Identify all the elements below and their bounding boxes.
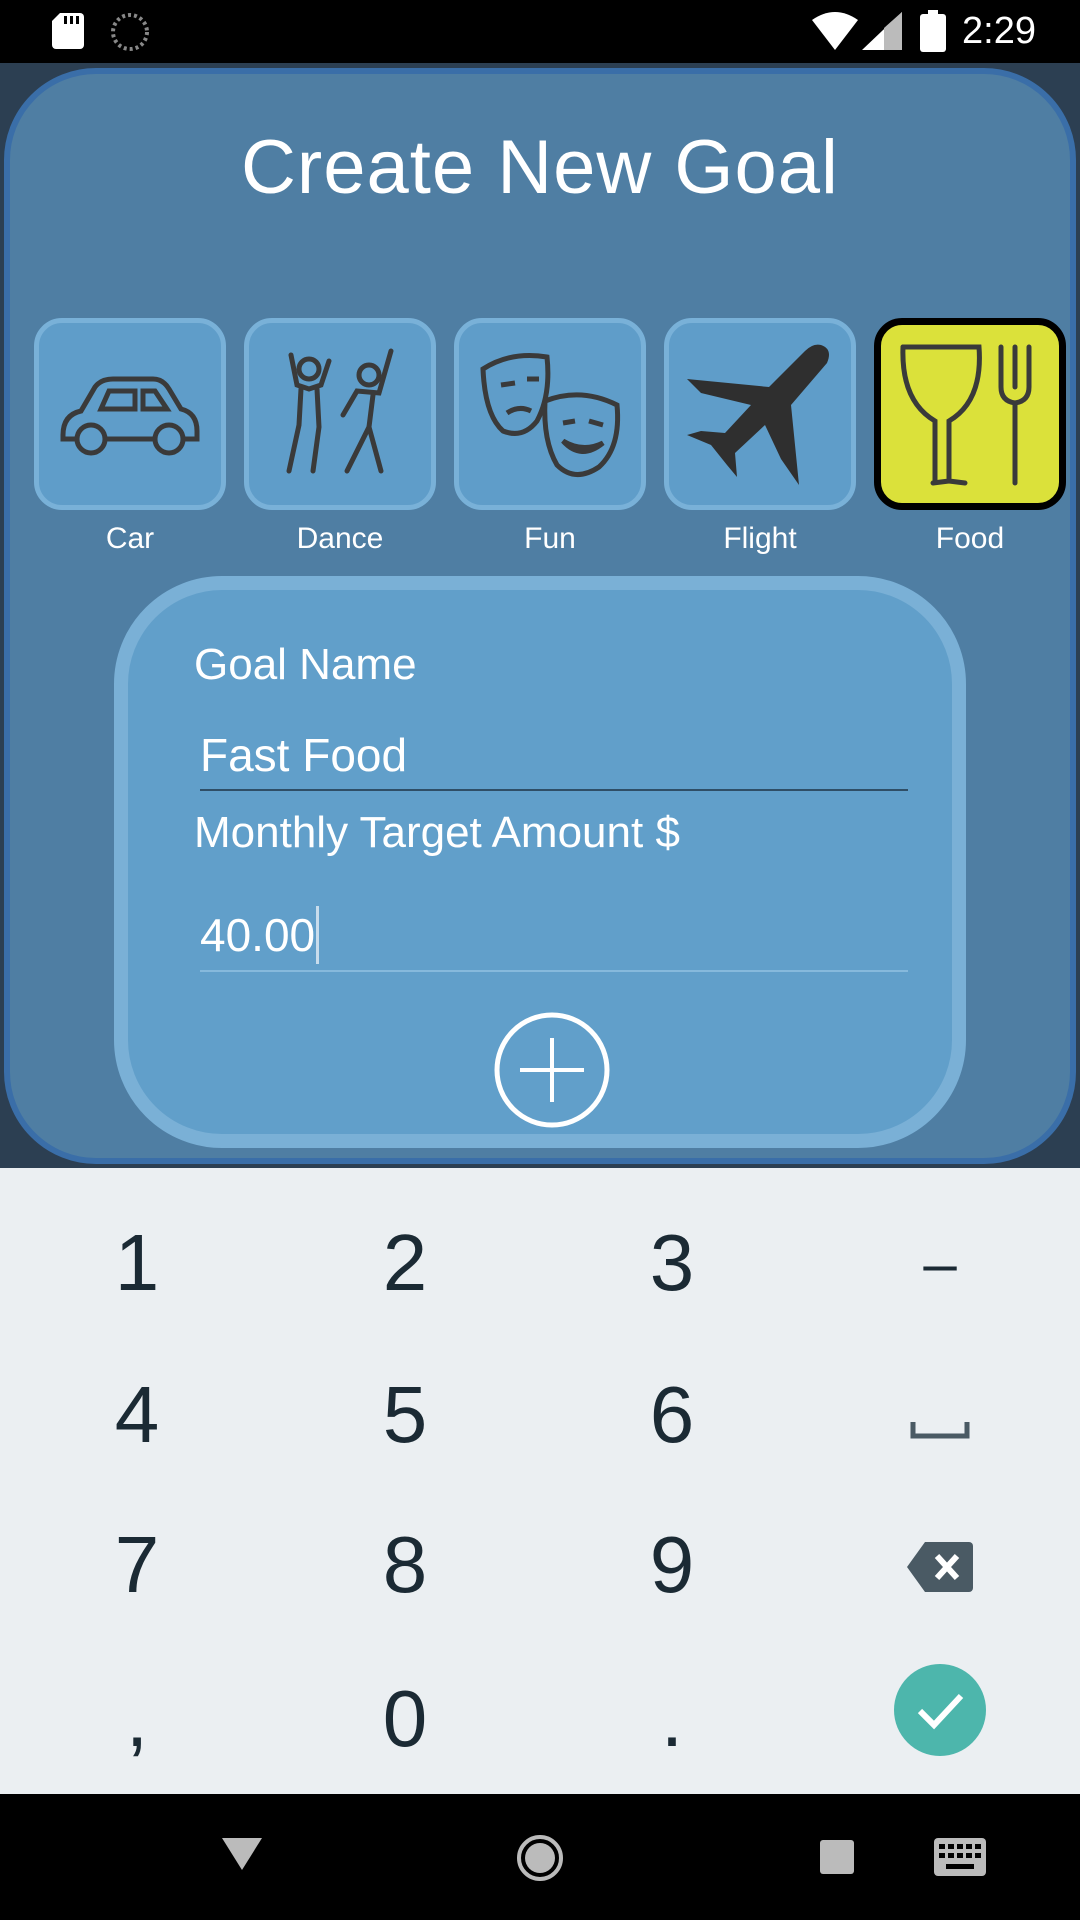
keyboard-switch-button[interactable] [934, 1838, 986, 1881]
back-triangle-icon [222, 1838, 262, 1874]
category-label-food: Food [935, 522, 1005, 555]
status-bar: 2:29 [0, 0, 1080, 63]
recents-button[interactable] [820, 1840, 854, 1879]
category-label-dance: Dance [296, 522, 384, 555]
goal-name-label: Goal Name [194, 640, 417, 689]
key-2[interactable]: 2 [305, 1188, 505, 1338]
recents-square-icon [820, 1840, 854, 1878]
goal-name-underline [200, 789, 908, 791]
category-tile-fun[interactable] [454, 318, 646, 510]
done-button[interactable] [840, 1644, 1040, 1794]
category-label-flight: Flight [723, 522, 797, 555]
key-period[interactable]: . [572, 1644, 772, 1794]
sd-card-icon [52, 13, 84, 54]
category-label-car: Car [105, 522, 155, 555]
sync-icon [110, 12, 150, 57]
back-button[interactable] [222, 1838, 262, 1875]
key-5[interactable]: 5 [305, 1340, 505, 1490]
key-0[interactable]: 0 [305, 1644, 505, 1794]
key-1[interactable]: 1 [37, 1188, 237, 1338]
battery-icon [920, 10, 946, 57]
text-cursor [316, 906, 319, 964]
category-tile-dance[interactable] [244, 318, 436, 510]
amount-input[interactable]: 40.00 [200, 908, 315, 962]
signal-icon [862, 12, 902, 55]
checkmark-icon [893, 1663, 987, 1776]
wifi-icon [812, 12, 858, 55]
numeric-keyboard: 1 2 3 – 4 5 6 7 8 9 , 0 . [0, 1168, 1080, 1794]
key-9[interactable]: 9 [572, 1490, 772, 1640]
space-icon [910, 1369, 970, 1461]
keyboard-icon [934, 1838, 986, 1880]
category-grid[interactable]: Car Dance Fun Flight Food [34, 250, 1070, 560]
status-time: 2:29 [962, 10, 1036, 52]
key-4[interactable]: 4 [37, 1340, 237, 1490]
category-label-fun: Fun [524, 522, 576, 555]
amount-label: Monthly Target Amount $ [194, 808, 680, 857]
key-space[interactable] [840, 1340, 1040, 1490]
goal-form-panel: Goal Name Fast Food Monthly Target Amoun… [114, 576, 966, 1148]
dialog-title: Create New Goal [241, 125, 839, 210]
key-6[interactable]: 6 [572, 1340, 772, 1490]
category-tile-flight[interactable] [664, 318, 856, 510]
goal-name-input[interactable]: Fast Food [200, 728, 407, 782]
key-minus[interactable]: – [840, 1188, 1040, 1338]
key-8[interactable]: 8 [305, 1490, 505, 1640]
backspace-icon [907, 1519, 973, 1611]
amount-underline [200, 970, 908, 972]
key-7[interactable]: 7 [37, 1490, 237, 1640]
navigation-bar [0, 1794, 1080, 1920]
key-backspace[interactable] [840, 1490, 1040, 1640]
key-comma[interactable]: , [37, 1644, 237, 1794]
category-tile-car[interactable] [34, 318, 226, 510]
add-goal-button[interactable] [492, 1010, 612, 1135]
home-button[interactable] [516, 1834, 564, 1887]
add-circle-icon [492, 1012, 612, 1134]
category-tile-food[interactable] [874, 318, 1066, 510]
home-circle-icon [516, 1835, 564, 1886]
key-3[interactable]: 3 [572, 1188, 772, 1338]
